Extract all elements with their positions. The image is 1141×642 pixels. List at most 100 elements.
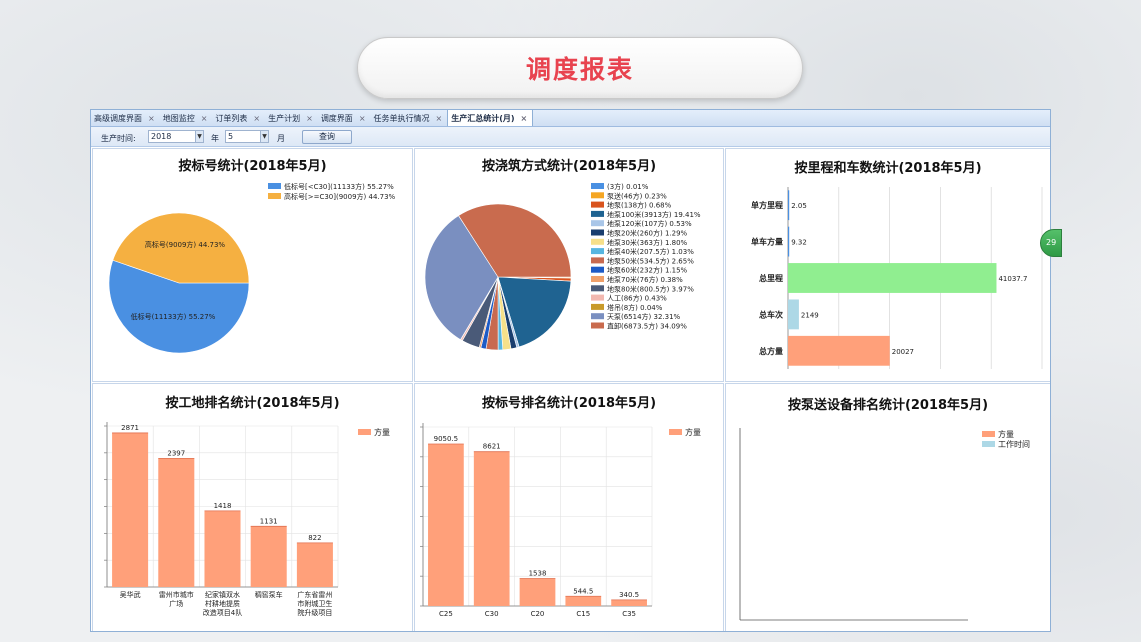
tab-label: 地图监控 <box>162 113 195 123</box>
close-icon[interactable]: × <box>148 111 155 126</box>
filter-toolbar: 生产时间: 2018 ▼ 年 5 ▼ 月 查询 <box>91 127 1050 147</box>
data-label: 9.32 <box>791 239 807 247</box>
panel-grade-rank: 按标号排名统计(2018年5月) 9050.5 C25 8621 C30 1538 C20… <box>414 383 724 631</box>
category-label: 总方量 <box>759 346 783 356</box>
data-label: 2.05 <box>791 202 807 210</box>
month-select[interactable]: 5 ▼ <box>225 130 269 143</box>
bar <box>788 299 799 330</box>
legend-swatch <box>591 266 604 273</box>
bar <box>473 451 510 606</box>
data-label: 1538 <box>529 569 547 577</box>
bar <box>611 599 647 606</box>
close-icon[interactable]: × <box>201 111 208 126</box>
category-label: C20 <box>531 610 545 618</box>
category-label: C15 <box>576 610 590 618</box>
chevron-down-icon[interactable]: ▼ <box>195 131 203 142</box>
slide-title-banner: 调度报表 <box>357 37 803 99</box>
category-label: 单方里程 <box>751 200 783 210</box>
close-icon[interactable]: × <box>436 111 443 126</box>
close-icon[interactable]: × <box>253 111 260 126</box>
chevron-down-icon[interactable]: ▼ <box>260 131 268 142</box>
tab-production-plan[interactable]: 生产计划 × <box>265 110 318 126</box>
tab-order-list[interactable]: 订单列表 × <box>212 110 265 126</box>
month-select-value: 5 <box>228 132 234 141</box>
bar <box>519 578 556 606</box>
bar <box>788 190 790 221</box>
data-label: 8621 <box>483 443 501 451</box>
category-label: 雷州市城市 <box>159 590 194 599</box>
legend-swatch <box>591 210 604 217</box>
mileage-bar-chart: 单方里程 2.05 单车方量 9.32 总里程 41037.7 总车次 2149 总方量 2002… <box>751 187 1043 369</box>
category-label: 市附城卫生 <box>297 599 332 608</box>
tab-label: 订单列表 <box>215 113 248 123</box>
close-icon[interactable]: × <box>359 111 366 126</box>
tab-dispatch[interactable]: 调度界面 × <box>318 110 371 126</box>
legend-swatch <box>591 276 604 282</box>
category-label: 总里程 <box>759 273 783 283</box>
legend-label: 地泵(138方) 0.68% <box>607 201 672 210</box>
legend-swatch <box>982 441 995 447</box>
slide-title: 调度报表 <box>525 55 634 84</box>
category-label: 稠窖泵车 <box>255 590 283 599</box>
legend-label: 地泵70米(76方) 0.38% <box>607 275 683 284</box>
legend-label: 方量 <box>685 427 701 437</box>
tab-label: 高级调度界面 <box>94 113 142 123</box>
data-label: 1418 <box>214 502 232 510</box>
legend-label: 高标号[>=C30](9009方) 44.73% <box>284 192 396 201</box>
legend-swatch <box>591 183 604 189</box>
category-label: C30 <box>485 610 499 618</box>
tab-advanced-dispatch[interactable]: 高级调度界面 × <box>91 110 160 126</box>
data-label: 822 <box>308 534 321 542</box>
legend-swatch <box>591 229 604 236</box>
side-panel-toggle[interactable]: 29 <box>1040 229 1062 257</box>
tab-task-execution[interactable]: 任务单执行情况 × <box>371 110 448 126</box>
category-label: 改造项目4队 <box>203 608 242 617</box>
panel-site-rank: 按工地排名统计(2018年5月) 2871 吴华武 2397 雷州市城市 广场 1418 纪… <box>92 383 413 631</box>
category-label: C35 <box>622 610 636 618</box>
legend-swatch <box>591 201 604 208</box>
legend-label: 直卸(6873.5方) 34.09% <box>607 322 687 331</box>
pump-rank-bar-chart: 方量工作时间 <box>739 428 1030 621</box>
close-icon[interactable]: × <box>306 111 313 126</box>
tab-map-monitor[interactable]: 地图监控 × <box>160 110 213 126</box>
legend-label: 方量 <box>374 427 390 437</box>
panel-pump-rank: 按泵送设备排名统计(2018年5月) 方量 工作时间 <box>725 383 1050 631</box>
legend-swatch <box>591 257 604 264</box>
year-select[interactable]: 2018 ▼ <box>148 130 204 143</box>
legend-label: 低标号[<C30](11133方) 55.27% <box>284 182 394 191</box>
slice-label: 高标号(9009方) 44.73% <box>145 240 226 249</box>
legend-swatch <box>268 183 281 189</box>
query-button[interactable]: 查询 <box>302 130 352 144</box>
data-label: 340.5 <box>619 591 639 599</box>
category-label: 广东省雷州 <box>297 590 332 599</box>
legend-label: 地泵100米(3913方) 19.41% <box>607 210 701 219</box>
legend-swatch <box>591 192 604 199</box>
legend-label: (3方) 0.01% <box>607 182 649 191</box>
grade-rank-bar-chart: 9050.5 C25 8621 C30 1538 C20 544.5 C15 340.5 C35 方… <box>420 423 701 618</box>
legend-swatch <box>591 313 604 320</box>
panel-pour-pie: 按浇筑方式统计(2018年5月) (3方) 0.01% 泵送(46方) 0.23%… <box>414 148 724 382</box>
data-label: 2397 <box>167 449 185 457</box>
data-label: 20027 <box>892 348 914 356</box>
data-label: 2149 <box>801 311 819 319</box>
tab-production-summary[interactable]: 生产汇总统计(月) × <box>447 110 534 126</box>
slice-label: 低标号(11133方) 55.27% <box>131 312 216 321</box>
legend-label: 方量 <box>998 429 1014 439</box>
bar <box>250 526 287 587</box>
category-label: 吴华武 <box>120 590 141 599</box>
bar <box>158 458 195 587</box>
legend-label: 地泵20米(260方) 1.29% <box>607 229 688 238</box>
legend-label: 地泵60米(232方) 1.15% <box>607 266 688 275</box>
panel-grade-pie: 按标号统计(2018年5月) 低标号(11133方) 55.27% 高标号(900… <box>92 148 413 382</box>
bar <box>565 596 602 606</box>
category-label: 村耕地提质 <box>205 599 240 608</box>
legend-label: 地泵50米(534.5方) 2.65% <box>607 256 694 265</box>
data-label: 1131 <box>260 517 278 525</box>
legend-label: 人工(86方) 0.43% <box>607 294 667 303</box>
bar <box>788 226 790 257</box>
bar <box>112 432 149 587</box>
legend-label: 地泵40米(207.5方) 1.03% <box>607 247 694 256</box>
data-label: 9050.5 <box>434 435 459 443</box>
close-icon[interactable]: × <box>521 111 528 126</box>
legend-swatch <box>591 238 604 245</box>
